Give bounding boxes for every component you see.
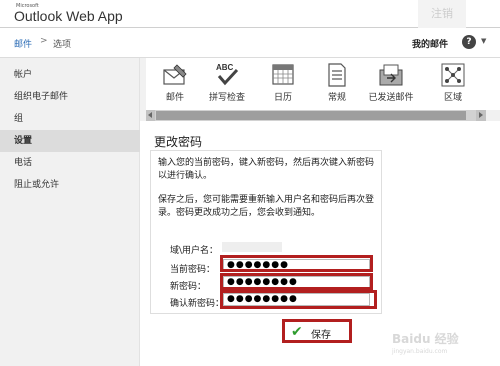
breadcrumb-bar: 邮件 > 选项 我的邮件 ? ▼ xyxy=(0,28,500,58)
breadcrumb-separator: > xyxy=(40,36,48,46)
tab-spelling-label: 拼写检查 xyxy=(208,93,245,103)
breadcrumb-mail-link[interactable]: 邮件 xyxy=(14,37,32,50)
sidebar-item-groups[interactable]: 组 xyxy=(0,108,140,130)
save-button-label: 保存 xyxy=(311,330,331,341)
new-password-label: 新密码： xyxy=(170,282,207,292)
sidebar-item-organize-email[interactable]: 组织电子邮件 xyxy=(0,86,140,108)
breadcrumb-options: 选项 xyxy=(53,40,72,50)
username-value xyxy=(222,242,282,252)
scroll-thumb[interactable] xyxy=(156,111,466,120)
intro-text: 输入您的当前密码，键入新密码，然后再次键入新密码以进行确认。 xyxy=(158,158,375,181)
spelling-check-icon: ABC xyxy=(216,63,239,86)
tab-calendar[interactable]: 日历 xyxy=(254,58,312,110)
tab-mail[interactable]: 邮件 xyxy=(146,58,204,110)
tab-region-label: 区域 xyxy=(443,93,462,103)
sidebar-item-block-allow[interactable]: 阻止或允许 xyxy=(0,174,140,196)
tab-mail-label: 邮件 xyxy=(165,93,184,103)
tab-spelling[interactable]: ABC 拼写检查 xyxy=(198,58,256,110)
svg-text:ABC: ABC xyxy=(216,63,234,72)
tab-region[interactable]: 区域 xyxy=(424,58,482,110)
current-password-label: 当前密码： xyxy=(170,265,216,275)
sent-items-icon xyxy=(379,64,403,86)
username-label: 域\用户名： xyxy=(170,246,219,256)
sidebar: 帐户 组织电子邮件 组 设置 电话 阻止或允许 xyxy=(0,58,140,366)
toolbar-scrollbar[interactable] xyxy=(146,110,486,121)
top-bar: Microsoft Outlook Web App 注销 xyxy=(0,0,500,28)
save-button[interactable]: ✔ 保存 xyxy=(282,319,352,343)
sidebar-item-phone[interactable]: 电话 xyxy=(0,152,140,174)
watermark-logo: Baidu 经验 xyxy=(392,332,459,346)
scroll-right-arrow-icon[interactable] xyxy=(476,110,486,121)
help-dropdown-caret-icon[interactable]: ▼ xyxy=(481,37,486,45)
confirm-password-label: 确认新密码： xyxy=(170,299,225,309)
watermark-url: jingyan.baidu.com xyxy=(392,348,448,355)
highlight-new-password xyxy=(220,273,373,290)
logout-button[interactable]: 注销 xyxy=(418,0,466,28)
sidebar-item-account[interactable]: 帐户 xyxy=(0,64,140,86)
sidebar-item-settings[interactable]: 设置 xyxy=(0,130,140,152)
my-mail-button[interactable]: 我的邮件 xyxy=(412,37,448,50)
help-icon[interactable]: ? xyxy=(462,35,476,49)
settings-toolbar: 邮件 ABC 拼写检查 日历 常规 已发送邮件 区域 xyxy=(146,58,500,110)
general-icon xyxy=(328,63,346,87)
highlight-confirm-password xyxy=(220,290,377,309)
app-title: Outlook Web App xyxy=(14,8,123,24)
tab-sent-items[interactable]: 已发送邮件 xyxy=(362,58,420,110)
region-icon xyxy=(441,63,465,87)
mail-settings-icon xyxy=(163,64,187,85)
highlight-current-password xyxy=(220,255,373,272)
page-title: 更改密码 xyxy=(154,135,203,149)
checkmark-icon: ✔ xyxy=(291,324,303,340)
scroll-left-arrow-icon[interactable] xyxy=(146,110,155,121)
calendar-icon xyxy=(272,64,294,85)
note-text: 保存之后，您可能需要重新输入用户名和密码后再次登录。密码更改成功之后，您会收到通… xyxy=(158,195,375,218)
tab-calendar-label: 日历 xyxy=(273,93,292,103)
tab-sent-items-label: 已发送邮件 xyxy=(368,93,414,103)
tab-general-label: 常规 xyxy=(327,93,346,103)
tab-general[interactable]: 常规 xyxy=(308,58,366,110)
